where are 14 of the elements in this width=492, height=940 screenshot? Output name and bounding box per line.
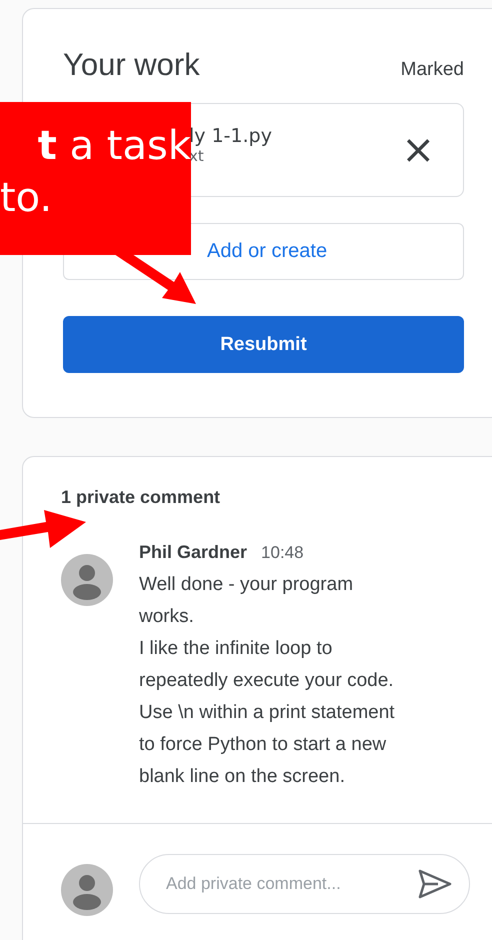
card-title: Your work	[63, 47, 200, 83]
comment-input-field[interactable]: Add private comment...	[139, 854, 470, 914]
comment-time: 10:48	[261, 543, 304, 563]
resubmit-button[interactable]: Resubmit	[63, 316, 464, 373]
avatar-icon	[61, 554, 113, 606]
comment-author: Phil Gardner	[139, 542, 248, 563]
file-name: ly 1-1.py	[189, 125, 272, 147]
status-label: Marked	[400, 59, 464, 81]
remove-button[interactable]: ×	[401, 130, 435, 170]
callout-text: to.	[0, 174, 52, 223]
send-icon[interactable]	[418, 869, 452, 899]
comment-text: Well done - your program works. I like the infinite loop to repeatedly execute your code. Use \n within a print statement to force Python to start a new blank line on the screen.	[139, 573, 395, 789]
comments-heading: 1 private comment	[60, 487, 222, 508]
avatar-icon	[61, 864, 113, 916]
